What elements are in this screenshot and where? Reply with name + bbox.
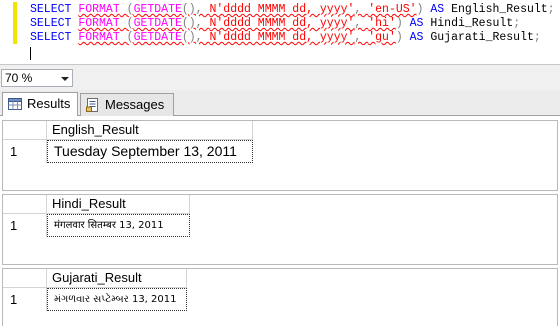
- tab-messages-label: Messages: [105, 97, 165, 112]
- statement-terminator: ;: [547, 3, 555, 16]
- zoom-value: 70 %: [5, 71, 33, 85]
- row-number[interactable]: 1: [3, 140, 47, 163]
- function-format: FORMAT: [78, 31, 120, 44]
- punctuation: (),: [181, 3, 210, 16]
- column-alias: English_Result: [444, 3, 548, 16]
- keyword-select: SELECT: [30, 3, 72, 16]
- result-cell[interactable]: Tuesday September 13, 2011: [47, 140, 253, 163]
- column-alias: Hindi_Result: [423, 17, 514, 30]
- tab-results[interactable]: Results: [2, 92, 78, 116]
- function-format: FORMAT: [78, 3, 120, 16]
- editor-gutter: [0, 0, 13, 64]
- format-string: N'dddd MMMM dd, yyyy': [209, 31, 355, 44]
- punctuation: ): [416, 3, 431, 16]
- keyword-as: AS: [409, 31, 424, 44]
- punctuation: ): [395, 31, 410, 44]
- messages-icon: [86, 98, 98, 112]
- grid-corner[interactable]: [3, 121, 47, 140]
- horizontal-scrollbar[interactable]: [74, 69, 560, 87]
- punctuation: ,: [354, 3, 369, 16]
- tab-results-label: Results: [27, 96, 71, 111]
- grid-icon: [8, 98, 22, 110]
- function-getdate: GETDATE: [133, 17, 182, 30]
- editor-status-bar: 70 %: [0, 64, 560, 90]
- result-grid-english[interactable]: English_Result 1 Tuesday September 13, 2…: [2, 120, 558, 191]
- format-string: N'dddd MMMM dd, yyyy': [209, 17, 355, 30]
- column-header[interactable]: English_Result: [47, 121, 253, 140]
- culture-string: 'en-US': [368, 3, 417, 16]
- keyword-as: AS: [430, 3, 445, 16]
- text-caret: [30, 47, 31, 60]
- keyword-as: AS: [409, 17, 424, 30]
- sql-code[interactable]: SELECT FORMAT (GETDATE(), N'dddd MMMM dd…: [30, 3, 555, 45]
- column-header[interactable]: Hindi_Result: [47, 195, 190, 214]
- keyword-select: SELECT: [30, 31, 72, 44]
- punctuation: ,: [354, 17, 369, 30]
- result-grid-gujarati[interactable]: Gujarati_Result 1 મંગળવાર સપ્ટેમ્બર 13, …: [2, 268, 558, 326]
- result-cell[interactable]: मंगलवार सितम्बर 13, 2011: [47, 214, 190, 237]
- column-alias: Gujarati_Result: [423, 31, 534, 44]
- punctuation: ): [395, 17, 410, 30]
- code-line-3: SELECT FORMAT (GETDATE(), N'dddd MMMM dd…: [30, 31, 541, 44]
- row-number[interactable]: 1: [3, 214, 47, 237]
- punctuation: (: [119, 31, 134, 44]
- statement-terminator: ;: [513, 17, 521, 30]
- culture-string: 'hi': [368, 17, 396, 30]
- result-cell[interactable]: મંગળવાર સપ્ટેમ્બર 13, 2011: [47, 288, 187, 311]
- code-line-1: SELECT FORMAT (GETDATE(), N'dddd MMMM dd…: [30, 3, 555, 16]
- punctuation: ,: [354, 31, 369, 44]
- function-getdate: GETDATE: [133, 3, 182, 16]
- grid-corner[interactable]: [3, 269, 47, 288]
- punctuation: (: [119, 3, 134, 16]
- chevron-down-icon[interactable]: [61, 77, 69, 81]
- change-indicator-bar: [13, 2, 17, 44]
- punctuation: (: [119, 17, 134, 30]
- row-number[interactable]: 1: [3, 288, 47, 311]
- function-getdate: GETDATE: [133, 31, 182, 44]
- punctuation: (),: [181, 17, 210, 30]
- tab-messages[interactable]: Messages: [80, 93, 174, 116]
- punctuation: (),: [181, 31, 210, 44]
- culture-string: 'gu': [368, 31, 396, 44]
- format-string: N'dddd MMMM dd, yyyy': [209, 3, 355, 16]
- zoom-dropdown[interactable]: 70 %: [1, 69, 73, 87]
- results-pane: English_Result 1 Tuesday September 13, 2…: [0, 116, 560, 326]
- statement-terminator: ;: [533, 31, 541, 44]
- column-header[interactable]: Gujarati_Result: [47, 269, 187, 288]
- sql-editor[interactable]: SELECT FORMAT (GETDATE(), N'dddd MMMM dd…: [0, 0, 560, 64]
- results-tabstrip: Results Messages: [0, 90, 560, 116]
- grid-corner[interactable]: [3, 195, 47, 214]
- code-line-2: SELECT FORMAT (GETDATE(), N'dddd MMMM dd…: [30, 17, 520, 30]
- keyword-select: SELECT: [30, 17, 72, 30]
- result-grid-hindi[interactable]: Hindi_Result 1 मंगलवार सितम्बर 13, 2011: [2, 194, 558, 265]
- function-format: FORMAT: [78, 17, 120, 30]
